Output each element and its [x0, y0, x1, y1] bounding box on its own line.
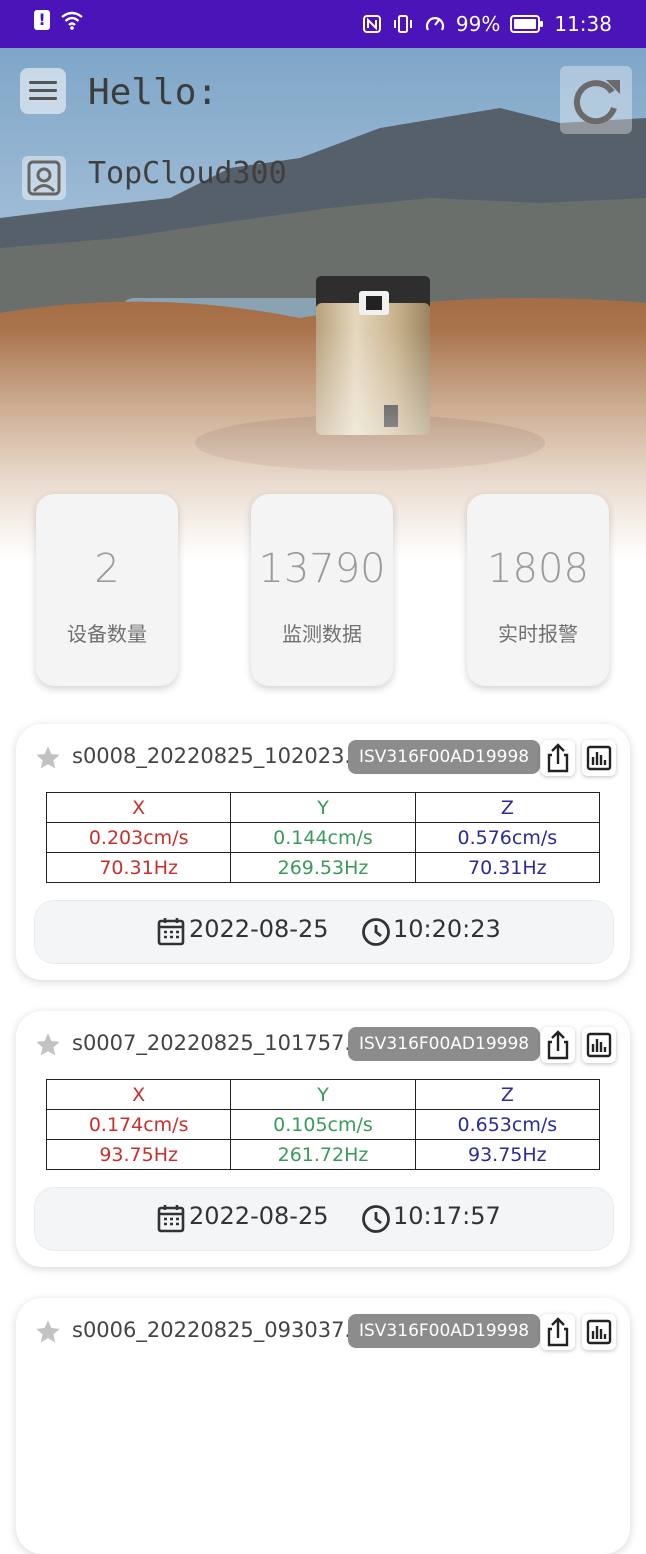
frequency-y: 261.72Hz	[230, 1139, 416, 1170]
stat-value: 2	[94, 546, 120, 592]
star-icon[interactable]	[34, 744, 62, 772]
hamburger-icon	[29, 97, 57, 100]
hamburger-icon	[29, 89, 57, 92]
bar-chart-icon	[586, 1319, 612, 1345]
wifi-icon	[61, 11, 83, 30]
frequency-z: 70.31Hz	[414, 852, 601, 883]
share-icon	[547, 1317, 569, 1347]
status-bar: ! 99% 11:38	[0, 0, 646, 48]
username: TopCloud300	[88, 156, 287, 191]
axis-data-table: X Y Z 0.203cm/s 0.144cm/s 0.576cm/s 70.3…	[45, 792, 601, 883]
record-card[interactable]: s0007_20220825_101757.da ISV316F00AD1999…	[16, 1011, 630, 1267]
record-filename: s0008_20220825_102023.da	[72, 744, 378, 768]
frequency-x: 70.31Hz	[45, 852, 232, 883]
record-time: 10:17:57	[393, 1202, 501, 1230]
device-badge: ISV316F00AD19998	[348, 1027, 541, 1061]
stat-label: 设备数量	[67, 622, 147, 646]
stat-value: 13790	[258, 546, 386, 592]
clock-icon	[362, 1205, 390, 1233]
record-card[interactable]: s0006_20220825_093037.da ISV316F00AD1999…	[16, 1298, 630, 1554]
frequency-z: 93.75Hz	[414, 1139, 601, 1170]
battery-percent: 99%	[455, 12, 501, 36]
share-icon	[547, 1030, 569, 1060]
record-filename: s0006_20220825_093037.da	[72, 1318, 378, 1342]
bar-chart-icon	[586, 1032, 612, 1058]
table-header-x: X	[45, 1079, 232, 1110]
stat-value: 1808	[487, 546, 589, 592]
device-badge: ISV316F00AD19998	[348, 740, 541, 774]
bar-chart-icon	[586, 745, 612, 771]
hero-image	[0, 48, 646, 560]
frequency-x: 93.75Hz	[45, 1139, 232, 1170]
share-button[interactable]	[541, 1027, 575, 1063]
stat-label: 监测数据	[282, 622, 362, 646]
record-filename: s0007_20220825_101757.da	[72, 1031, 378, 1055]
user-icon	[22, 156, 66, 200]
record-date: 2022-08-25	[189, 1202, 329, 1230]
refresh-button[interactable]	[560, 66, 632, 134]
datetime-bar: 2022-08-25 10:20:23	[34, 900, 614, 964]
greeting: Hello:	[88, 72, 219, 113]
menu-button[interactable]	[20, 68, 66, 114]
share-button[interactable]	[541, 1314, 575, 1350]
table-header-y: Y	[230, 792, 416, 823]
share-icon	[547, 743, 569, 773]
datetime-bar: 2022-08-25 10:17:57	[34, 1187, 614, 1251]
record-time: 10:20:23	[393, 915, 501, 943]
axis-data-table: X Y Z 0.174cm/s 0.105cm/s 0.653cm/s 93.7…	[45, 1079, 601, 1170]
velocity-y: 0.105cm/s	[230, 1109, 416, 1140]
stat-label: 实时报警	[498, 622, 578, 646]
table-header-z: Z	[414, 792, 601, 823]
clock-icon	[362, 918, 390, 946]
nfc-icon	[362, 15, 381, 33]
table-header-x: X	[45, 792, 232, 823]
hamburger-icon	[29, 81, 57, 84]
chart-button[interactable]	[582, 1314, 616, 1350]
vibrate-icon	[393, 15, 412, 33]
frequency-y: 269.53Hz	[230, 852, 416, 883]
chart-button[interactable]	[582, 1027, 616, 1063]
calendar-icon	[157, 918, 185, 946]
velocity-z: 0.576cm/s	[414, 822, 601, 853]
calendar-icon	[157, 1205, 185, 1233]
alert-icon: !	[34, 10, 50, 30]
stat-device-count[interactable]: 2 设备数量	[36, 494, 178, 686]
battery-icon	[510, 15, 544, 33]
device-badge: ISV316F00AD19998	[348, 1314, 541, 1348]
data-saver-icon	[425, 17, 444, 31]
record-date: 2022-08-25	[189, 915, 329, 943]
record-card[interactable]: s0008_20220825_102023.da ISV316F00AD1999…	[16, 724, 630, 980]
velocity-x: 0.174cm/s	[45, 1109, 232, 1140]
chart-button[interactable]	[582, 740, 616, 776]
refresh-icon	[573, 80, 620, 125]
stat-realtime-alarms[interactable]: 1808 实时报警	[467, 494, 609, 686]
clock: 11:38	[554, 12, 612, 36]
share-button[interactable]	[541, 740, 575, 776]
table-header-y: Y	[230, 1079, 416, 1110]
table-header-z: Z	[414, 1079, 601, 1110]
velocity-x: 0.203cm/s	[45, 822, 232, 853]
velocity-y: 0.144cm/s	[230, 822, 416, 853]
stat-monitoring-data[interactable]: 13790 监测数据	[251, 494, 393, 686]
velocity-z: 0.653cm/s	[414, 1109, 601, 1140]
star-icon[interactable]	[34, 1031, 62, 1059]
